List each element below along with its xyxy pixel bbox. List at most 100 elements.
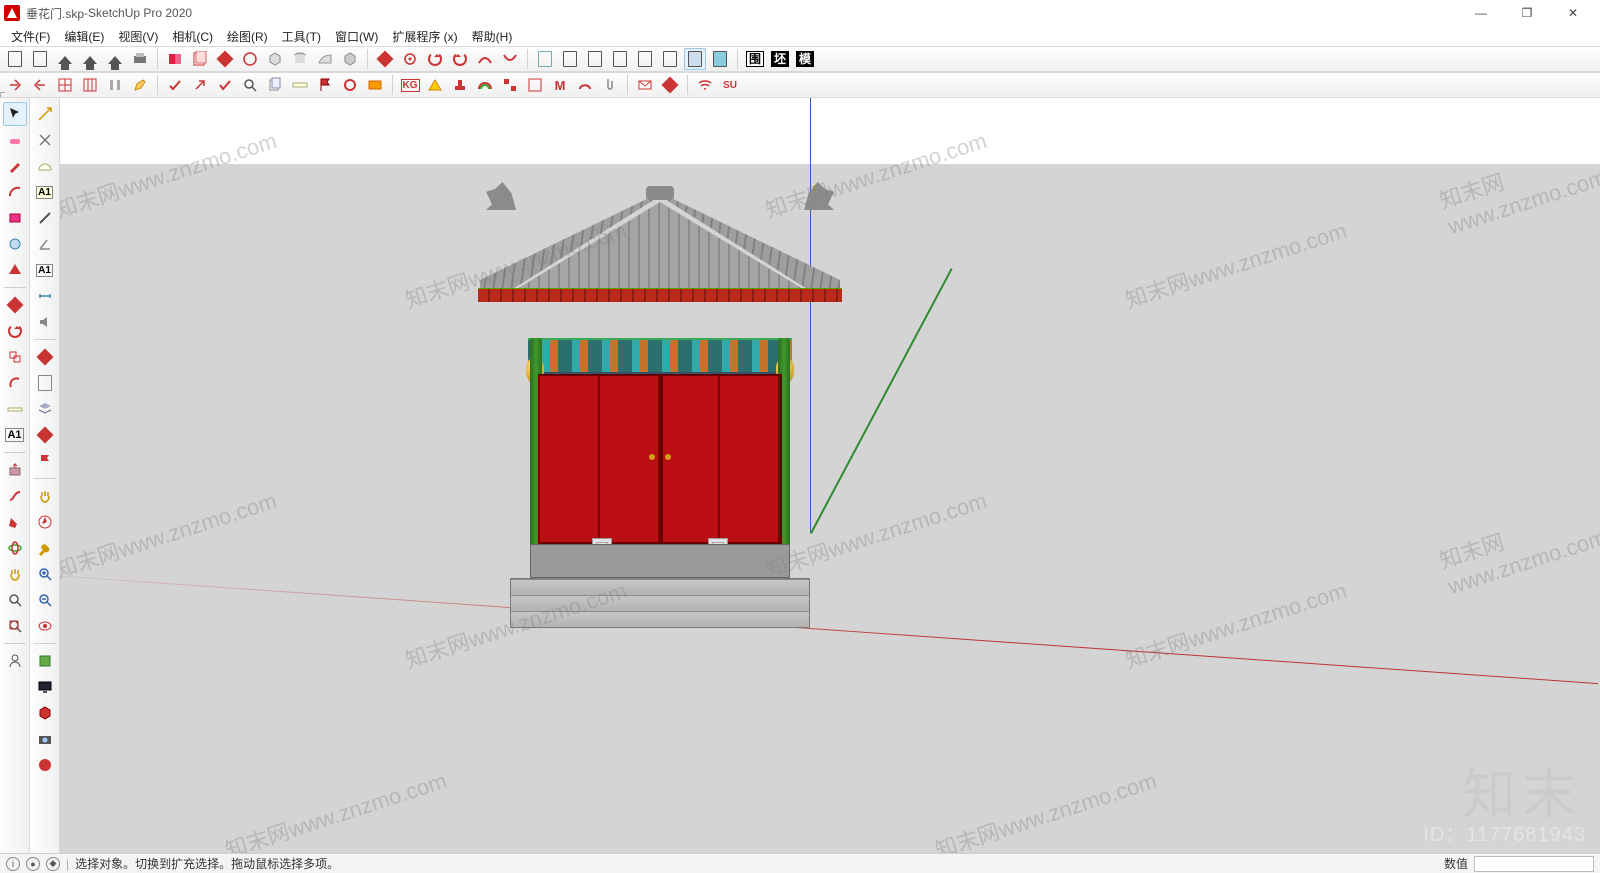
tb2-wifi-icon[interactable] <box>694 74 716 96</box>
menu-draw[interactable]: 绘图(R) <box>220 28 275 45</box>
tool-tape[interactable] <box>3 397 27 421</box>
style-5-icon[interactable] <box>634 48 656 70</box>
ext-label-a1b-icon[interactable]: A1 <box>33 258 57 282</box>
tool-text[interactable]: A1 <box>3 423 27 447</box>
tb2-clip-icon[interactable] <box>599 74 621 96</box>
tb2-rect-icon[interactable] <box>364 74 386 96</box>
tb2-ruler-icon[interactable] <box>289 74 311 96</box>
tool-person-icon[interactable] <box>3 649 27 673</box>
tb2-copy-icon[interactable] <box>264 74 286 96</box>
tb2-tri-icon[interactable] <box>424 74 446 96</box>
tb2-zoom-icon[interactable] <box>239 74 261 96</box>
tb2-diamond-icon[interactable] <box>659 74 681 96</box>
tb2-su-icon[interactable]: SU <box>719 74 741 96</box>
tool-curve2-icon[interactable] <box>499 48 521 70</box>
toolbar-drag-handle[interactable] <box>0 92 5 97</box>
tool-box3d-icon[interactable] <box>264 48 286 70</box>
tool-sheet-icon[interactable] <box>314 48 336 70</box>
ext-book-icon[interactable] <box>33 649 57 673</box>
tool-book-icon[interactable] <box>164 48 186 70</box>
tb2-grid2-icon[interactable] <box>79 74 101 96</box>
tool-orbit[interactable] <box>3 536 27 560</box>
text-box-1[interactable]: 围 <box>744 48 766 70</box>
ext-camera-icon[interactable] <box>33 727 57 751</box>
viewport-3d[interactable]: 知末网www.znzmo.com 知末网www.znzmo.com 知末网www… <box>60 98 1600 853</box>
ext-speaker-icon[interactable] <box>33 310 57 334</box>
text-box-3[interactable]: 模 <box>794 48 816 70</box>
menu-tools[interactable]: 工具(T) <box>275 28 328 45</box>
tool-pushpull[interactable] <box>3 458 27 482</box>
tool-offset[interactable] <box>3 371 27 395</box>
menu-view[interactable]: 视图(V) <box>111 28 165 45</box>
ext-badge-icon[interactable] <box>33 753 57 777</box>
window-minimize-button[interactable]: — <box>1458 0 1504 26</box>
ext-protractor-icon[interactable] <box>33 154 57 178</box>
menu-window[interactable]: 窗口(W) <box>328 28 385 45</box>
tb2-circle-icon[interactable] <box>339 74 361 96</box>
tool-open[interactable] <box>29 48 51 70</box>
tb2-stamp-icon[interactable] <box>449 74 471 96</box>
ext-dart-icon[interactable] <box>33 102 57 126</box>
ext-zoomminus-icon[interactable] <box>33 588 57 612</box>
ext-label-a1-icon[interactable]: A1 <box>33 180 57 204</box>
style-3-icon[interactable] <box>584 48 606 70</box>
style-1-icon[interactable] <box>534 48 556 70</box>
tb2-pillars-icon[interactable] <box>104 74 126 96</box>
ext-knife-icon[interactable] <box>33 206 57 230</box>
ext-angle-icon[interactable] <box>33 232 57 256</box>
tb2-check2-icon[interactable] <box>214 74 236 96</box>
tb2-rainbow-icon[interactable] <box>474 74 496 96</box>
tool-cylinder-icon[interactable] <box>289 48 311 70</box>
tool-select[interactable] <box>3 102 27 126</box>
ext-stack-icon[interactable] <box>33 397 57 421</box>
tool-curve-icon[interactable] <box>474 48 496 70</box>
style-7-icon[interactable] <box>684 48 706 70</box>
tool-print[interactable] <box>129 48 151 70</box>
tool-rectangle[interactable] <box>3 206 27 230</box>
tb2-gridM-icon[interactable]: M <box>549 74 571 96</box>
ext-hand-icon[interactable] <box>33 484 57 508</box>
tb2-grid3-icon[interactable] <box>524 74 546 96</box>
tb2-squares-icon[interactable] <box>499 74 521 96</box>
menu-edit[interactable]: 编辑(E) <box>57 28 111 45</box>
tb2-edit-icon[interactable] <box>129 74 151 96</box>
tool-pushpull-icon[interactable] <box>214 48 236 70</box>
tool-eraser[interactable] <box>3 128 27 152</box>
tb2-arrow-ne-icon[interactable] <box>189 74 211 96</box>
tool-pages-icon[interactable] <box>189 48 211 70</box>
style-6-icon[interactable] <box>659 48 681 70</box>
tool-followme[interactable] <box>3 484 27 508</box>
tool-refresh2-icon[interactable] <box>449 48 471 70</box>
ext-scissors-icon[interactable] <box>33 128 57 152</box>
ext-wrench-icon[interactable] <box>33 536 57 560</box>
status-geo-icon[interactable]: ◆ <box>46 857 60 871</box>
tool-move[interactable] <box>3 293 27 317</box>
ext-monitor-icon[interactable] <box>33 675 57 699</box>
ext-diamond-icon[interactable] <box>33 345 57 369</box>
tool-paint[interactable] <box>3 510 27 534</box>
status-user-icon[interactable]: ● <box>26 857 40 871</box>
status-value-input[interactable] <box>1474 856 1594 872</box>
style-8-icon[interactable] <box>709 48 731 70</box>
tb2-check-icon[interactable] <box>164 74 186 96</box>
status-info-icon[interactable]: i <box>6 857 20 871</box>
tb2-arrow-out-icon[interactable] <box>4 74 26 96</box>
tool-new[interactable] <box>4 48 26 70</box>
style-2-icon[interactable] <box>559 48 581 70</box>
menu-camera[interactable]: 相机(C) <box>165 28 220 45</box>
tool-zoom-extents[interactable] <box>3 614 27 638</box>
tool-zoom[interactable] <box>3 588 27 612</box>
model-chuihuamen[interactable] <box>480 178 840 628</box>
ext-diamond2-icon[interactable] <box>33 423 57 447</box>
tool-orbit-icon[interactable] <box>239 48 261 70</box>
ext-page-icon[interactable] <box>33 371 57 395</box>
tool-poly-icon[interactable] <box>339 48 361 70</box>
tool-rotate[interactable] <box>3 319 27 343</box>
tool-arc[interactable] <box>3 180 27 204</box>
tb2-flag-icon[interactable] <box>314 74 336 96</box>
window-close-button[interactable]: ✕ <box>1550 0 1596 26</box>
tb2-grid-icon[interactable] <box>54 74 76 96</box>
ext-eye-icon[interactable] <box>33 614 57 638</box>
ext-compass-icon[interactable] <box>33 510 57 534</box>
ext-dims-icon[interactable] <box>33 284 57 308</box>
